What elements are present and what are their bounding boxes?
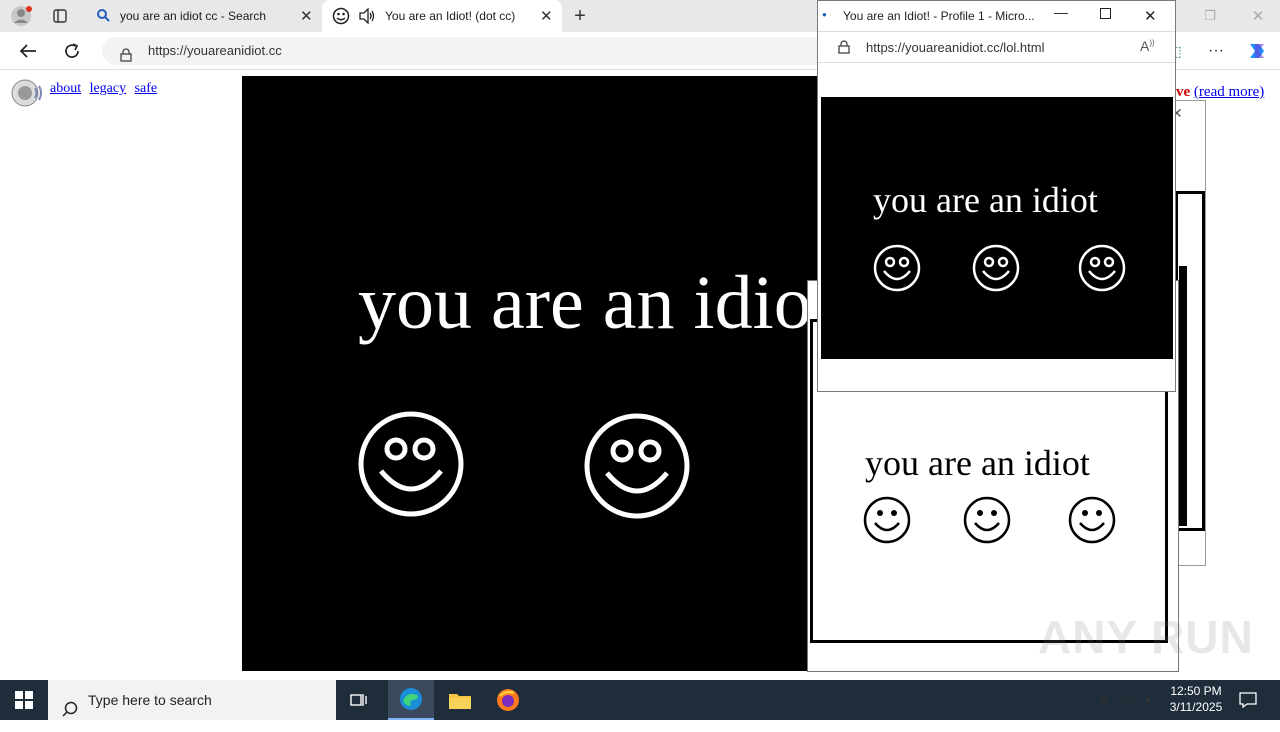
search-icon — [96, 8, 110, 25]
popup-title-bar: ● You are an Idiot! - Profile 1 - Micro.… — [818, 1, 1175, 31]
task-view-button[interactable] — [346, 688, 372, 712]
url-text: https://youareanidiot.cc — [148, 43, 282, 58]
url-field[interactable]: https://youareanidiot.cc — [102, 37, 862, 65]
partial-red-text: ve — [1176, 84, 1191, 100]
smiley-face-icon — [972, 244, 1020, 292]
ethernet-tray-icon[interactable]: ▭ — [1116, 690, 1136, 710]
new-tab-button[interactable]: + — [568, 4, 592, 28]
task-view-icon — [350, 694, 367, 706]
tab-youareanidiot[interactable]: You are an Idiot! (dot cc) ✕ — [322, 0, 562, 32]
maximize-button[interactable] — [1100, 8, 1111, 19]
notifications-button[interactable] — [1236, 688, 1260, 712]
back-button[interactable] — [16, 40, 40, 62]
clock[interactable]: 12:50 PM 3/11/2025 — [1166, 683, 1226, 715]
popup-black-panel: you are an idiot — [821, 97, 1173, 359]
smiley-face-icon — [584, 413, 690, 519]
page-speaker-icon[interactable] — [10, 76, 44, 115]
popup-window-front: ● You are an Idiot! - Profile 1 - Micro.… — [817, 0, 1176, 392]
show-hidden-icons-button[interactable]: ︿ — [1068, 690, 1088, 710]
search-placeholder: Type here to search — [88, 692, 212, 708]
about-link[interactable]: about — [50, 81, 81, 96]
main-headline: you are an idiot — [358, 261, 833, 345]
smiley-icon — [332, 7, 350, 28]
minimize-button[interactable]: — — [1054, 4, 1068, 20]
restore-button[interactable]: ❐ — [1196, 4, 1224, 28]
read-aloud-icon[interactable]: A)) — [1140, 38, 1155, 54]
safe-link[interactable]: safe — [135, 81, 158, 96]
popup-url-text: https://youareanidiot.cc/lol.html — [866, 40, 1045, 55]
smiley-face-icon — [1078, 244, 1126, 292]
read-more-area: ve (read more) — [1176, 84, 1264, 101]
network-tray-icon[interactable]: ⧉ — [1094, 690, 1114, 710]
legacy-link[interactable]: legacy — [90, 81, 127, 96]
volume-tray-icon[interactable]: 🔈︎ — [1140, 690, 1160, 710]
more-menu-button[interactable]: ··· — [1204, 40, 1228, 62]
notification-icon — [1239, 692, 1257, 708]
close-tab-icon[interactable]: ✕ — [300, 7, 313, 25]
watermark: ANY RUN — [1038, 611, 1254, 663]
popup-back-headline: you are an idiot — [865, 443, 1090, 483]
refresh-button[interactable] — [60, 40, 84, 62]
taskbar-firefox-button[interactable] — [488, 680, 528, 720]
search-icon — [62, 692, 78, 732]
taskbar-edge-button[interactable] — [388, 680, 434, 720]
read-more-link[interactable]: (read more) — [1194, 84, 1264, 100]
profile-avatar[interactable] — [8, 4, 34, 28]
taskbar-search[interactable]: Type here to search — [48, 680, 336, 720]
lock-icon — [838, 40, 850, 57]
page-nav-links: about legacy safe — [50, 79, 161, 97]
favicon-dot-icon: ● — [822, 10, 827, 19]
taskbar-explorer-button[interactable] — [440, 680, 480, 720]
firefox-icon — [497, 689, 519, 711]
edge-icon — [400, 688, 422, 710]
taskbar: Type here to search ︿ ⧉ ▭ 🔈︎ 12:50 PM 3/… — [0, 680, 1280, 720]
copilot-button[interactable] — [1244, 38, 1270, 64]
smiley-face-icon — [873, 244, 921, 292]
popup-title: You are an Idiot! - Profile 1 - Micro... — [843, 9, 1035, 23]
tab-actions-icon — [53, 9, 67, 23]
smiley-face-icon — [963, 496, 1011, 544]
profile-icon — [11, 6, 32, 26]
speaker-icon[interactable] — [358, 7, 376, 27]
refresh-icon — [65, 43, 79, 58]
smiley-face-icon — [863, 496, 911, 544]
copilot-icon — [1250, 44, 1264, 58]
smiley-face-icon — [358, 411, 464, 517]
start-button[interactable] — [0, 680, 48, 720]
back-arrow-icon — [19, 44, 36, 58]
clock-time: 12:50 PM — [1170, 684, 1222, 698]
lock-icon — [120, 44, 132, 72]
tab-actions-button[interactable] — [48, 4, 72, 28]
tab-label: You are an Idiot! (dot cc) — [385, 9, 516, 23]
close-tab-icon[interactable]: ✕ — [540, 7, 553, 25]
close-window-button[interactable]: ✕ — [1244, 4, 1272, 28]
main-idiot-panel: you are an idiot — [242, 76, 842, 671]
popup-url-bar[interactable]: https://youareanidiot.cc/lol.html A)) — [818, 31, 1175, 63]
popup-front-headline: you are an idiot — [873, 180, 1098, 220]
clock-date: 3/11/2025 — [1169, 700, 1223, 714]
tab-search[interactable]: you are an idiot cc - Search ✕ — [86, 0, 320, 32]
tab-label: you are an idiot cc - Search — [120, 9, 267, 23]
popup-close-button[interactable]: ✕ — [1144, 7, 1157, 25]
folder-icon — [449, 694, 471, 709]
windows-logo-icon — [15, 691, 33, 709]
smiley-face-icon — [1068, 496, 1116, 544]
